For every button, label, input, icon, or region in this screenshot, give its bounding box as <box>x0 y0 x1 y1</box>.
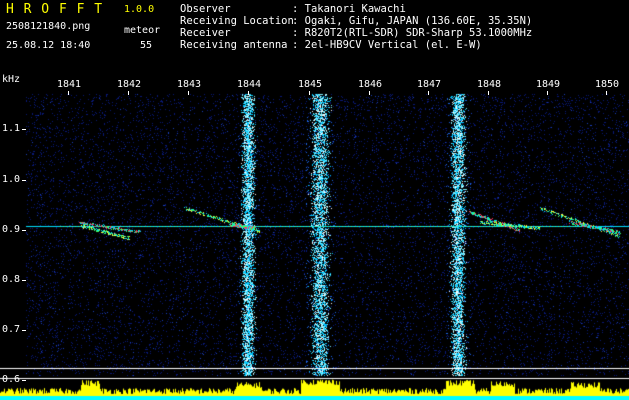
freq-tick-mark <box>22 129 26 130</box>
time-tick-mark <box>369 91 370 95</box>
info-key-location: Receiving Location <box>180 15 294 27</box>
app-version: 1.0.0 <box>124 4 155 15</box>
freq-tick-mark <box>22 180 26 181</box>
info-value-antenna: : 2el-HB9CV Vertical (el. E-W) <box>292 39 482 51</box>
info-key-receiver: Receiver <box>180 27 231 39</box>
time-tick-label: 1841 <box>57 79 82 90</box>
freq-tick-mark <box>22 330 26 331</box>
time-tick-label: 1847 <box>417 79 442 90</box>
file-name: 2508121840.png <box>6 21 91 32</box>
time-tick-mark <box>248 91 249 95</box>
freq-tick-label: 1.0 <box>2 174 21 185</box>
meteor-count: 55 <box>140 40 153 51</box>
time-tick-label: 1843 <box>177 79 202 90</box>
freq-tick-mark <box>22 280 26 281</box>
time-tick-label: 1850 <box>595 79 620 90</box>
time-tick-label: 1849 <box>536 79 561 90</box>
time-tick-mark <box>428 91 429 95</box>
info-key-antenna: Receiving antenna <box>180 39 288 51</box>
info-value-location: : Ogaki, Gifu, JAPAN (136.60E, 35.35N) <box>292 15 533 27</box>
freq-tick-label: 0.9 <box>2 224 21 235</box>
date-time: 25.08.12 18:40 <box>6 40 91 51</box>
freq-tick-label: 0.6 <box>2 374 21 385</box>
freq-tick-mark <box>22 380 26 381</box>
freq-tick-label: 0.8 <box>2 274 21 285</box>
time-tick-label: 1845 <box>298 79 323 90</box>
spectrogram-canvas <box>0 76 629 400</box>
freq-tick-label: 1.1 <box>2 123 21 134</box>
app-name: H R O F F T <box>6 2 104 17</box>
time-tick-label: 1842 <box>117 79 142 90</box>
info-value-observer: : Takanori Kawachi <box>292 3 406 15</box>
freq-tick-mark <box>22 230 26 231</box>
time-tick-mark <box>606 91 607 95</box>
time-tick-mark <box>128 91 129 95</box>
freq-unit-label: kHz <box>2 74 21 85</box>
time-tick-label: 1848 <box>477 79 502 90</box>
info-key-observer: Observer <box>180 3 231 15</box>
time-tick-mark <box>309 91 310 95</box>
meteor-label: meteor <box>124 25 161 36</box>
time-tick-label: 1844 <box>237 79 262 90</box>
header-bar: H R O F F T 1.0.0 2508121840.png meteor … <box>0 0 629 76</box>
time-tick-mark <box>547 91 548 95</box>
time-tick-mark <box>188 91 189 95</box>
time-tick-label: 1846 <box>358 79 383 90</box>
time-tick-mark <box>68 91 69 95</box>
freq-tick-label: 0.7 <box>2 324 21 335</box>
time-tick-mark <box>488 91 489 95</box>
info-value-receiver: : R820T2(RTL-SDR) SDR-Sharp 53.1000MHz <box>292 27 533 39</box>
